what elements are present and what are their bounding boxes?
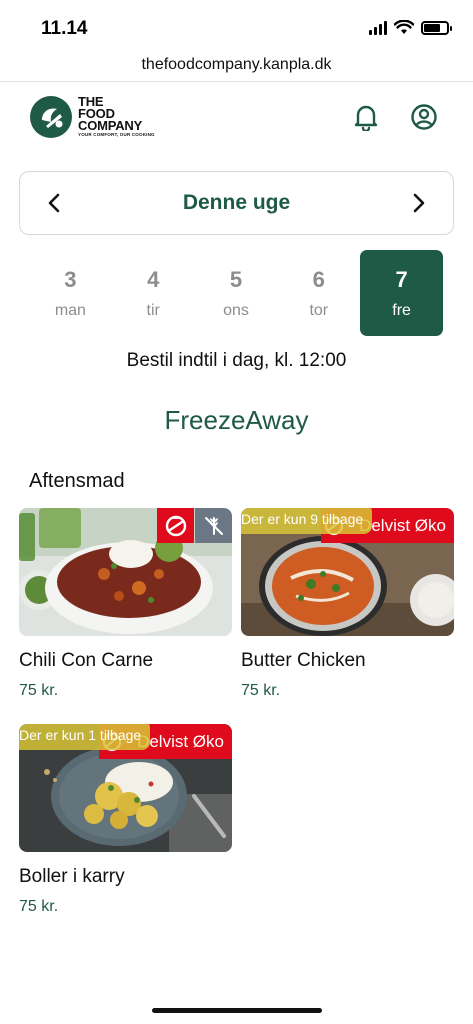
organic-badge-label: Delvist Øko — [359, 516, 446, 535]
day-tab-tor[interactable]: 6 tor — [277, 250, 360, 336]
stock-note: Der er kun 9 tilbage — [241, 508, 373, 534]
product-card-chili-con-carne[interactable]: Chili Con Carne 75 kr. — [19, 508, 232, 700]
day-name: ons — [223, 301, 249, 319]
logo-text: THE FOOD COMPANY YOUR COMFORT, OUR COOKI… — [78, 95, 155, 138]
day-tabs: 3 man 4 tir 5 ons 6 tor 7 fre — [29, 250, 443, 336]
next-week-button[interactable] — [407, 191, 431, 215]
shop-title: FreezeAway — [164, 405, 309, 435]
logo-tagline: YOUR COMFORT, OUR COOKING — [78, 132, 155, 138]
logo-name-line: COMPANY — [78, 118, 143, 134]
day-name: fre — [392, 301, 411, 319]
bell-icon[interactable] — [351, 102, 381, 132]
product-image — [19, 508, 232, 636]
user-circle-icon[interactable] — [409, 102, 439, 132]
product-card-butter-chicken[interactable]: Delvist Øko Der er kun 9 tilbage Butter … — [241, 508, 454, 700]
day-tab-man[interactable]: 3 man — [29, 250, 112, 336]
organic-badge-label: Delvist Øko — [137, 732, 224, 751]
day-tab-fre[interactable]: 7 fre — [360, 250, 443, 336]
day-name: man — [54, 301, 86, 319]
status-bar: 11.14 — [0, 0, 473, 52]
status-icons — [369, 20, 452, 35]
product-price: 75 kr. — [19, 898, 59, 915]
order-deadline: Bestil indtil i dag, kl. 12:00 — [126, 350, 347, 371]
battery-icon — [421, 20, 452, 35]
day-number: 3 — [64, 266, 77, 292]
chevron-right-icon — [413, 193, 425, 213]
week-title: Denne uge — [182, 191, 291, 214]
product-name: Butter Chicken — [241, 650, 366, 671]
product-name: Boller i karry — [19, 866, 125, 887]
category-heading: Aftensmad — [29, 470, 125, 492]
chevron-left-icon — [48, 193, 60, 213]
week-selector: Denne uge — [19, 171, 454, 235]
day-number: 7 — [395, 266, 408, 292]
day-number: 6 — [312, 266, 325, 292]
day-name: tir — [146, 301, 160, 319]
organic-label-icon — [157, 508, 194, 543]
url-bar[interactable]: thefoodcompany.kanpla.dk — [0, 52, 473, 82]
app-header: THE FOOD COMPANY YOUR COMFORT, OUR COOKI… — [0, 82, 473, 156]
company-logo[interactable]: THE FOOD COMPANY YOUR COMFORT, OUR COOKI… — [30, 95, 155, 138]
day-name: tor — [309, 301, 329, 319]
previous-week-button[interactable] — [42, 191, 66, 215]
product-image: Delvist Øko Der er kun 9 tilbage — [241, 508, 454, 636]
product-name: Chili Con Carne — [19, 650, 154, 671]
product-price: 75 kr. — [19, 682, 59, 699]
day-tab-tir[interactable]: 4 tir — [112, 250, 195, 336]
home-indicator[interactable] — [152, 1008, 322, 1013]
product-price: 75 kr. — [241, 682, 281, 699]
no-gluten-icon — [195, 508, 232, 543]
product-image: Delvist Øko Der er kun 1 tilbage — [19, 724, 232, 852]
stock-note: Der er kun 1 tilbage — [19, 724, 151, 750]
cellular-signal-icon — [369, 20, 387, 35]
logo-mark-icon — [30, 96, 72, 138]
day-number: 4 — [147, 266, 160, 292]
day-number: 5 — [229, 266, 243, 292]
status-time: 11.14 — [41, 18, 88, 39]
wifi-icon — [394, 20, 414, 34]
product-card-boller-i-karry[interactable]: Delvist Øko Der er kun 1 tilbage Boller … — [19, 724, 232, 916]
day-tab-ons[interactable]: 5 ons — [195, 250, 278, 336]
